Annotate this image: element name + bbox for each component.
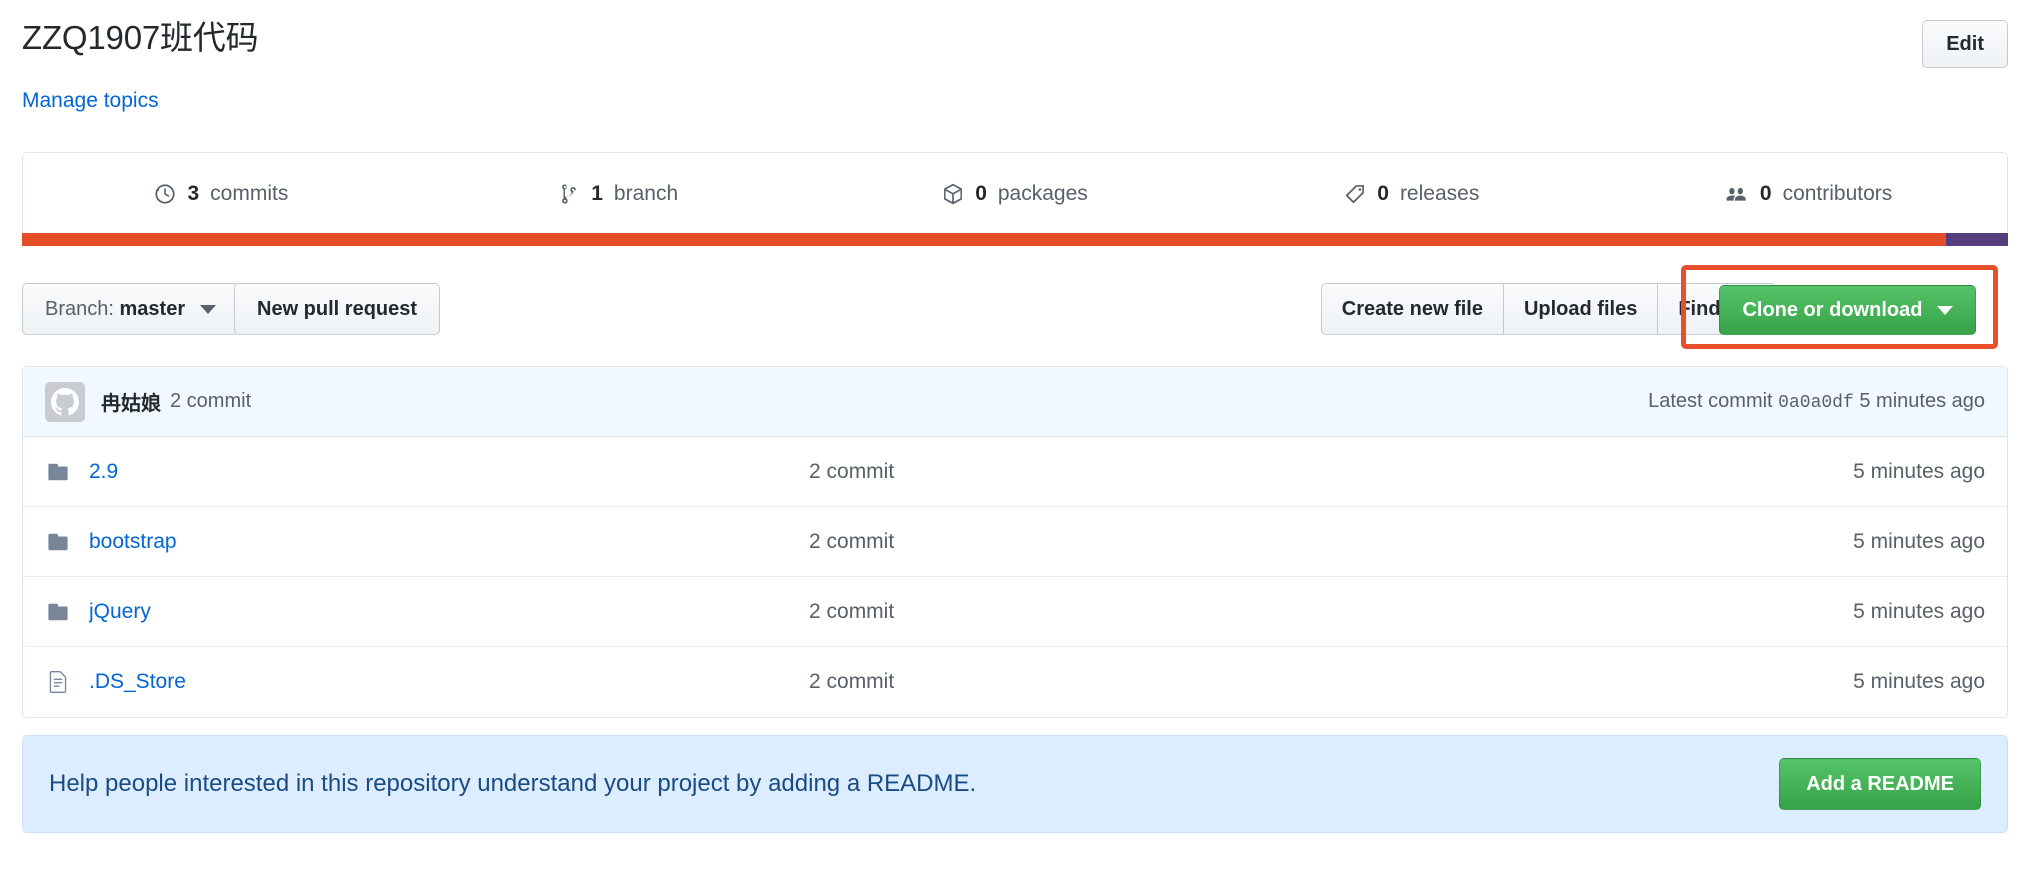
repository-page: ZZQ1907班代码 Manage topics Edit 3 commits … bbox=[0, 0, 2030, 886]
stat-branches[interactable]: 1 branch bbox=[420, 182, 817, 206]
stat-contributors[interactable]: 0 contributors bbox=[1610, 182, 2007, 206]
edit-button[interactable]: Edit bbox=[1922, 20, 2008, 68]
file-commit-age: 5 minutes ago bbox=[1853, 670, 1985, 693]
table-row[interactable]: bootstrap 2 commit 5 minutes ago bbox=[23, 507, 2007, 577]
people-icon bbox=[1725, 183, 1749, 205]
upload-files-button[interactable]: Upload files bbox=[1502, 283, 1659, 335]
manage-topics-link[interactable]: Manage topics bbox=[22, 88, 159, 114]
branch-name-label: master bbox=[119, 298, 186, 320]
chevron-down-icon bbox=[199, 305, 216, 315]
stat-branches-label: branch bbox=[613, 181, 679, 205]
stat-packages-label: packages bbox=[997, 181, 1088, 205]
table-row[interactable]: .DS_Store 2 commit 5 minutes ago bbox=[23, 647, 2007, 717]
language-segment-html[interactable] bbox=[22, 233, 1947, 246]
repo-header: ZZQ1907班代码 Manage topics Edit bbox=[22, 8, 2008, 116]
stat-contributors-label: contributors bbox=[1782, 181, 1893, 205]
readme-callout: Help people interested in this repositor… bbox=[22, 735, 2008, 833]
file-commit-message[interactable]: 2 commit bbox=[809, 670, 1509, 694]
chevron-down-icon bbox=[1937, 306, 1953, 316]
package-icon bbox=[942, 183, 964, 205]
table-row[interactable]: 2.9 2 commit 5 minutes ago bbox=[23, 437, 2007, 507]
stat-branches-count: 1 bbox=[591, 181, 603, 205]
history-icon bbox=[154, 183, 176, 205]
commit-sha[interactable]: 0a0a0df bbox=[1778, 393, 1854, 413]
file-name-link[interactable]: .DS_Store bbox=[89, 670, 809, 694]
stat-commits-label: commits bbox=[210, 181, 289, 205]
latest-commit-header: 冉姑娘 2 commit Latest commit 0a0a0df 5 min… bbox=[23, 367, 2007, 437]
language-bar[interactable] bbox=[22, 233, 2008, 246]
stat-packages[interactable]: 0 packages bbox=[817, 182, 1214, 206]
stat-releases[interactable]: 0 releases bbox=[1213, 182, 1610, 206]
folder-icon bbox=[45, 531, 73, 553]
repo-stats-bar: 3 commits 1 branch 0 packages 0 releases bbox=[22, 152, 2008, 234]
folder-icon bbox=[45, 461, 73, 483]
file-commit-message[interactable]: 2 commit bbox=[809, 600, 1509, 624]
stat-releases-count: 0 bbox=[1377, 181, 1389, 205]
file-commit-age: 5 minutes ago bbox=[1853, 459, 1985, 483]
file-commit-age: 5 minutes ago bbox=[1853, 529, 1985, 553]
new-pull-request-button[interactable]: New pull request bbox=[234, 283, 441, 335]
stat-releases-label: releases bbox=[1399, 181, 1480, 205]
stat-commits[interactable]: 3 commits bbox=[23, 182, 420, 206]
commit-message[interactable]: 2 commit bbox=[170, 390, 251, 413]
commit-age: 5 minutes ago bbox=[1859, 390, 1985, 412]
branch-prefix-label: Branch: bbox=[45, 298, 114, 320]
create-new-file-button[interactable]: Create new file bbox=[1320, 283, 1504, 335]
file-name-link[interactable]: bootstrap bbox=[89, 530, 809, 554]
latest-commit-info: Latest commit 0a0a0df 5 minutes ago bbox=[1648, 390, 1985, 413]
folder-icon bbox=[45, 601, 73, 623]
stat-packages-count: 0 bbox=[975, 181, 987, 205]
add-readme-button[interactable]: Add a README bbox=[1779, 758, 1981, 810]
table-row[interactable]: jQuery 2 commit 5 minutes ago bbox=[23, 577, 2007, 647]
file-name-link[interactable]: 2.9 bbox=[89, 460, 809, 484]
stat-contributors-count: 0 bbox=[1759, 181, 1772, 205]
tag-icon bbox=[1344, 183, 1366, 205]
clone-or-download-label: Clone or download bbox=[1742, 299, 1923, 321]
page-title: ZZQ1907班代码 bbox=[22, 19, 259, 56]
language-segment-css[interactable] bbox=[1946, 233, 2008, 246]
stat-commits-count: 3 bbox=[187, 181, 200, 205]
file-commit-message[interactable]: 2 commit bbox=[809, 460, 1509, 484]
file-list-container: 冉姑娘 2 commit Latest commit 0a0a0df 5 min… bbox=[22, 366, 2008, 718]
repo-toolbar: Branch: master New pull request Create n… bbox=[22, 283, 2008, 335]
clone-or-download-button[interactable]: Clone or download bbox=[1719, 285, 1976, 335]
latest-commit-label: Latest commit bbox=[1648, 390, 1773, 412]
file-name-link[interactable]: jQuery bbox=[89, 600, 809, 624]
git-branch-icon bbox=[558, 183, 580, 205]
branch-selector-button[interactable]: Branch: master bbox=[22, 283, 239, 335]
file-commit-message[interactable]: 2 commit bbox=[809, 530, 1509, 554]
readme-callout-text: Help people interested in this repositor… bbox=[49, 770, 977, 797]
file-actions-button-group: Create new file Upload files Find file bbox=[1320, 283, 1776, 335]
file-commit-age: 5 minutes ago bbox=[1853, 599, 1985, 623]
file-icon bbox=[45, 671, 73, 693]
avatar bbox=[45, 381, 85, 422]
commit-author-name[interactable]: 冉姑娘 bbox=[101, 387, 161, 416]
